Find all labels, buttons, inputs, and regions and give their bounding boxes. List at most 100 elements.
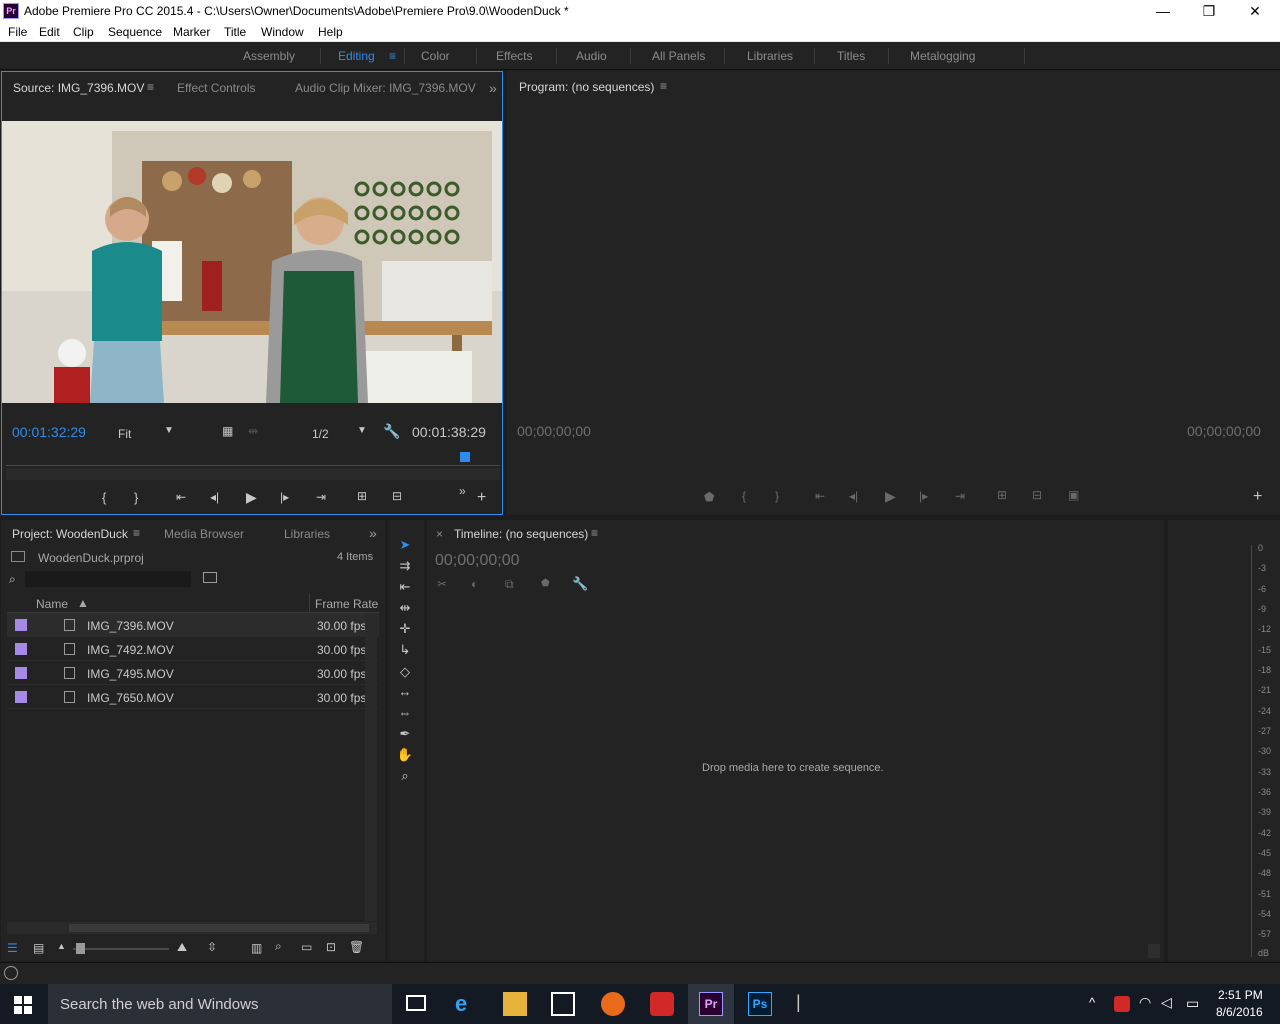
go-to-in-icon[interactable]: ⇤ xyxy=(815,489,825,503)
go-to-in-icon[interactable]: ⇤ xyxy=(176,490,186,504)
tab-timeline[interactable]: Timeline: (no sequences) xyxy=(454,527,588,541)
more-controls-chevron-icon[interactable]: » xyxy=(459,484,466,498)
project-horizontal-scrollbar[interactable] xyxy=(7,922,377,934)
zoom-in-mountain-icon[interactable]: ⛰ xyxy=(177,940,187,955)
program-playhead-timecode[interactable]: 00;00;00;00 xyxy=(517,423,591,439)
workspace-libraries[interactable]: Libraries xyxy=(747,49,793,63)
workspace-assembly[interactable]: Assembly xyxy=(243,49,295,63)
step-forward-icon[interactable]: |▸ xyxy=(919,489,928,503)
menu-marker[interactable]: Marker xyxy=(173,25,210,39)
label-color-swatch[interactable] xyxy=(15,691,27,703)
trash-icon[interactable]: 🗑 xyxy=(349,940,364,954)
automate-to-sequence-icon[interactable]: ▥ xyxy=(251,941,262,955)
source-playhead-timecode[interactable]: 00:01:32:29 xyxy=(12,424,86,440)
overflow-chevron-icon[interactable]: » xyxy=(369,525,377,541)
tab-libraries[interactable]: Libraries xyxy=(284,527,330,541)
razor-tool-icon[interactable]: ◇ xyxy=(396,664,414,680)
selection-tool-icon[interactable]: ➤ xyxy=(396,537,414,553)
new-bin-icon[interactable]: ▭ xyxy=(301,940,312,954)
linked-selection-icon[interactable]: ◐ xyxy=(471,577,478,591)
source-playhead[interactable] xyxy=(460,452,471,462)
column-frame-rate-header[interactable]: Frame Rate xyxy=(315,597,378,611)
taskbar-date[interactable]: 8/6/2016 xyxy=(1216,1005,1263,1019)
timeline-timecode[interactable]: 00;00;00;00 xyxy=(435,552,520,570)
safe-margins-icon[interactable]: ▦ xyxy=(222,424,233,438)
add-button-icon[interactable]: + xyxy=(1253,488,1262,506)
taskbar-search-box[interactable]: Search the web and Windows xyxy=(48,984,392,1024)
project-search-input[interactable] xyxy=(25,571,191,587)
go-to-out-icon[interactable]: ⇥ xyxy=(955,489,965,503)
tab-media-browser[interactable]: Media Browser xyxy=(164,527,244,541)
close-button[interactable]: ✕ xyxy=(1232,0,1278,22)
menu-window[interactable]: Window xyxy=(261,25,304,39)
timeline-panel-menu-icon[interactable]: ≡ xyxy=(591,526,598,540)
tab-program[interactable]: Program: (no sequences) xyxy=(519,80,654,94)
tab-audio-clip-mixer[interactable]: Audio Clip Mixer: IMG_7396.MOV xyxy=(295,81,476,95)
rate-stretch-tool-icon[interactable]: ✛ xyxy=(396,621,414,637)
workspace-metalogging[interactable]: Metalogging xyxy=(910,49,975,63)
project-row[interactable]: IMG_7396.MOV 30.00 fps xyxy=(7,613,379,637)
marker-icon[interactable]: ⬟ xyxy=(704,490,714,504)
rolling-edit-tool-icon[interactable]: ⇹ xyxy=(396,600,414,616)
tray-creative-cloud-icon[interactable] xyxy=(1114,996,1130,1012)
sort-ascending-icon[interactable]: ▲ xyxy=(77,596,89,610)
show-hidden-icons-chevron-icon[interactable]: ^ xyxy=(1089,995,1095,1010)
file-explorer-icon[interactable] xyxy=(503,992,527,1016)
column-name-header[interactable]: Name xyxy=(36,597,68,611)
hand-tool-icon[interactable]: ✋ xyxy=(396,747,414,763)
mark-out-icon[interactable]: } xyxy=(775,489,779,503)
step-back-icon[interactable]: ◂| xyxy=(849,489,858,503)
overflow-chevron-icon[interactable]: » xyxy=(489,80,497,96)
insert-icon[interactable]: ⊞ xyxy=(357,489,367,503)
thumbnail-zoom-slider[interactable] xyxy=(73,948,169,950)
zoom-slider-handle[interactable] xyxy=(76,943,85,954)
wrench-icon[interactable]: 🔧 xyxy=(383,423,400,440)
export-frame-camera-icon[interactable]: ▣ xyxy=(1068,488,1079,502)
task-view-icon[interactable] xyxy=(406,995,426,1011)
label-color-swatch[interactable] xyxy=(15,643,27,655)
timeline-close-icon[interactable]: × xyxy=(436,527,443,541)
list-view-icon[interactable]: ☰ xyxy=(7,941,18,955)
tab-source[interactable]: Source: IMG_7396.MOV xyxy=(13,81,144,95)
label-color-swatch[interactable] xyxy=(15,667,27,679)
pinned-app-icon[interactable]: | xyxy=(796,992,820,1016)
new-bin-from-search-icon[interactable] xyxy=(203,572,217,583)
lift-icon[interactable]: ⊞ xyxy=(997,488,1007,502)
pen-tool-icon[interactable]: ✒ xyxy=(396,726,414,742)
workspace-titles[interactable]: Titles xyxy=(837,49,865,63)
nest-icon[interactable]: ⧉ xyxy=(505,577,514,592)
track-select-tool-icon[interactable]: ⇉ xyxy=(396,558,414,574)
program-panel-menu-icon[interactable]: ≡ xyxy=(660,79,667,93)
find-icon[interactable]: ⌕ xyxy=(275,939,282,954)
workspace-menu-icon[interactable]: ≡ xyxy=(389,49,396,63)
play-icon[interactable]: ▶ xyxy=(885,488,896,505)
extract-icon[interactable]: ⊟ xyxy=(1032,488,1042,502)
menu-help[interactable]: Help xyxy=(318,25,343,39)
step-back-icon[interactable]: ◂| xyxy=(210,490,219,504)
action-center-icon[interactable]: ▭ xyxy=(1186,995,1199,1012)
project-panel-menu-icon[interactable]: ≡ xyxy=(133,526,140,540)
wifi-icon[interactable]: ◠ xyxy=(1139,994,1151,1011)
snap-icon[interactable]: ✂ xyxy=(437,577,447,591)
timeline-settings-wrench-icon[interactable]: 🔧 xyxy=(572,576,588,592)
play-icon[interactable]: ▶ xyxy=(246,489,257,506)
slip-edit-tool-icon[interactable]: ⇔ xyxy=(396,705,414,721)
workspace-color[interactable]: Color xyxy=(421,49,450,63)
go-to-out-icon[interactable]: ⇥ xyxy=(316,490,326,504)
resolution-select[interactable]: 1/2 xyxy=(312,427,329,441)
overwrite-icon[interactable]: ⊟ xyxy=(392,489,402,503)
chevron-down-icon[interactable]: ▼ xyxy=(357,425,367,436)
add-marker-icon[interactable]: ⬟ xyxy=(541,578,550,589)
project-row[interactable]: IMG_7650.MOV 30.00 fps xyxy=(7,685,379,709)
source-time-ruler[interactable] xyxy=(6,456,500,466)
windows-start-icon[interactable] xyxy=(14,996,32,1014)
tab-effect-controls[interactable]: Effect Controls xyxy=(177,81,255,95)
workspace-audio[interactable]: Audio xyxy=(576,49,607,63)
zoom-out-mountain-icon[interactable]: ▲ xyxy=(57,941,66,951)
menu-file[interactable]: File xyxy=(8,25,27,39)
firefox-icon[interactable] xyxy=(601,992,625,1016)
mark-in-icon[interactable]: { xyxy=(102,490,106,505)
creative-cloud-icon[interactable] xyxy=(650,992,674,1016)
step-forward-icon[interactable]: |▸ xyxy=(280,490,289,504)
taskbar-time[interactable]: 2:51 PM xyxy=(1218,988,1263,1002)
